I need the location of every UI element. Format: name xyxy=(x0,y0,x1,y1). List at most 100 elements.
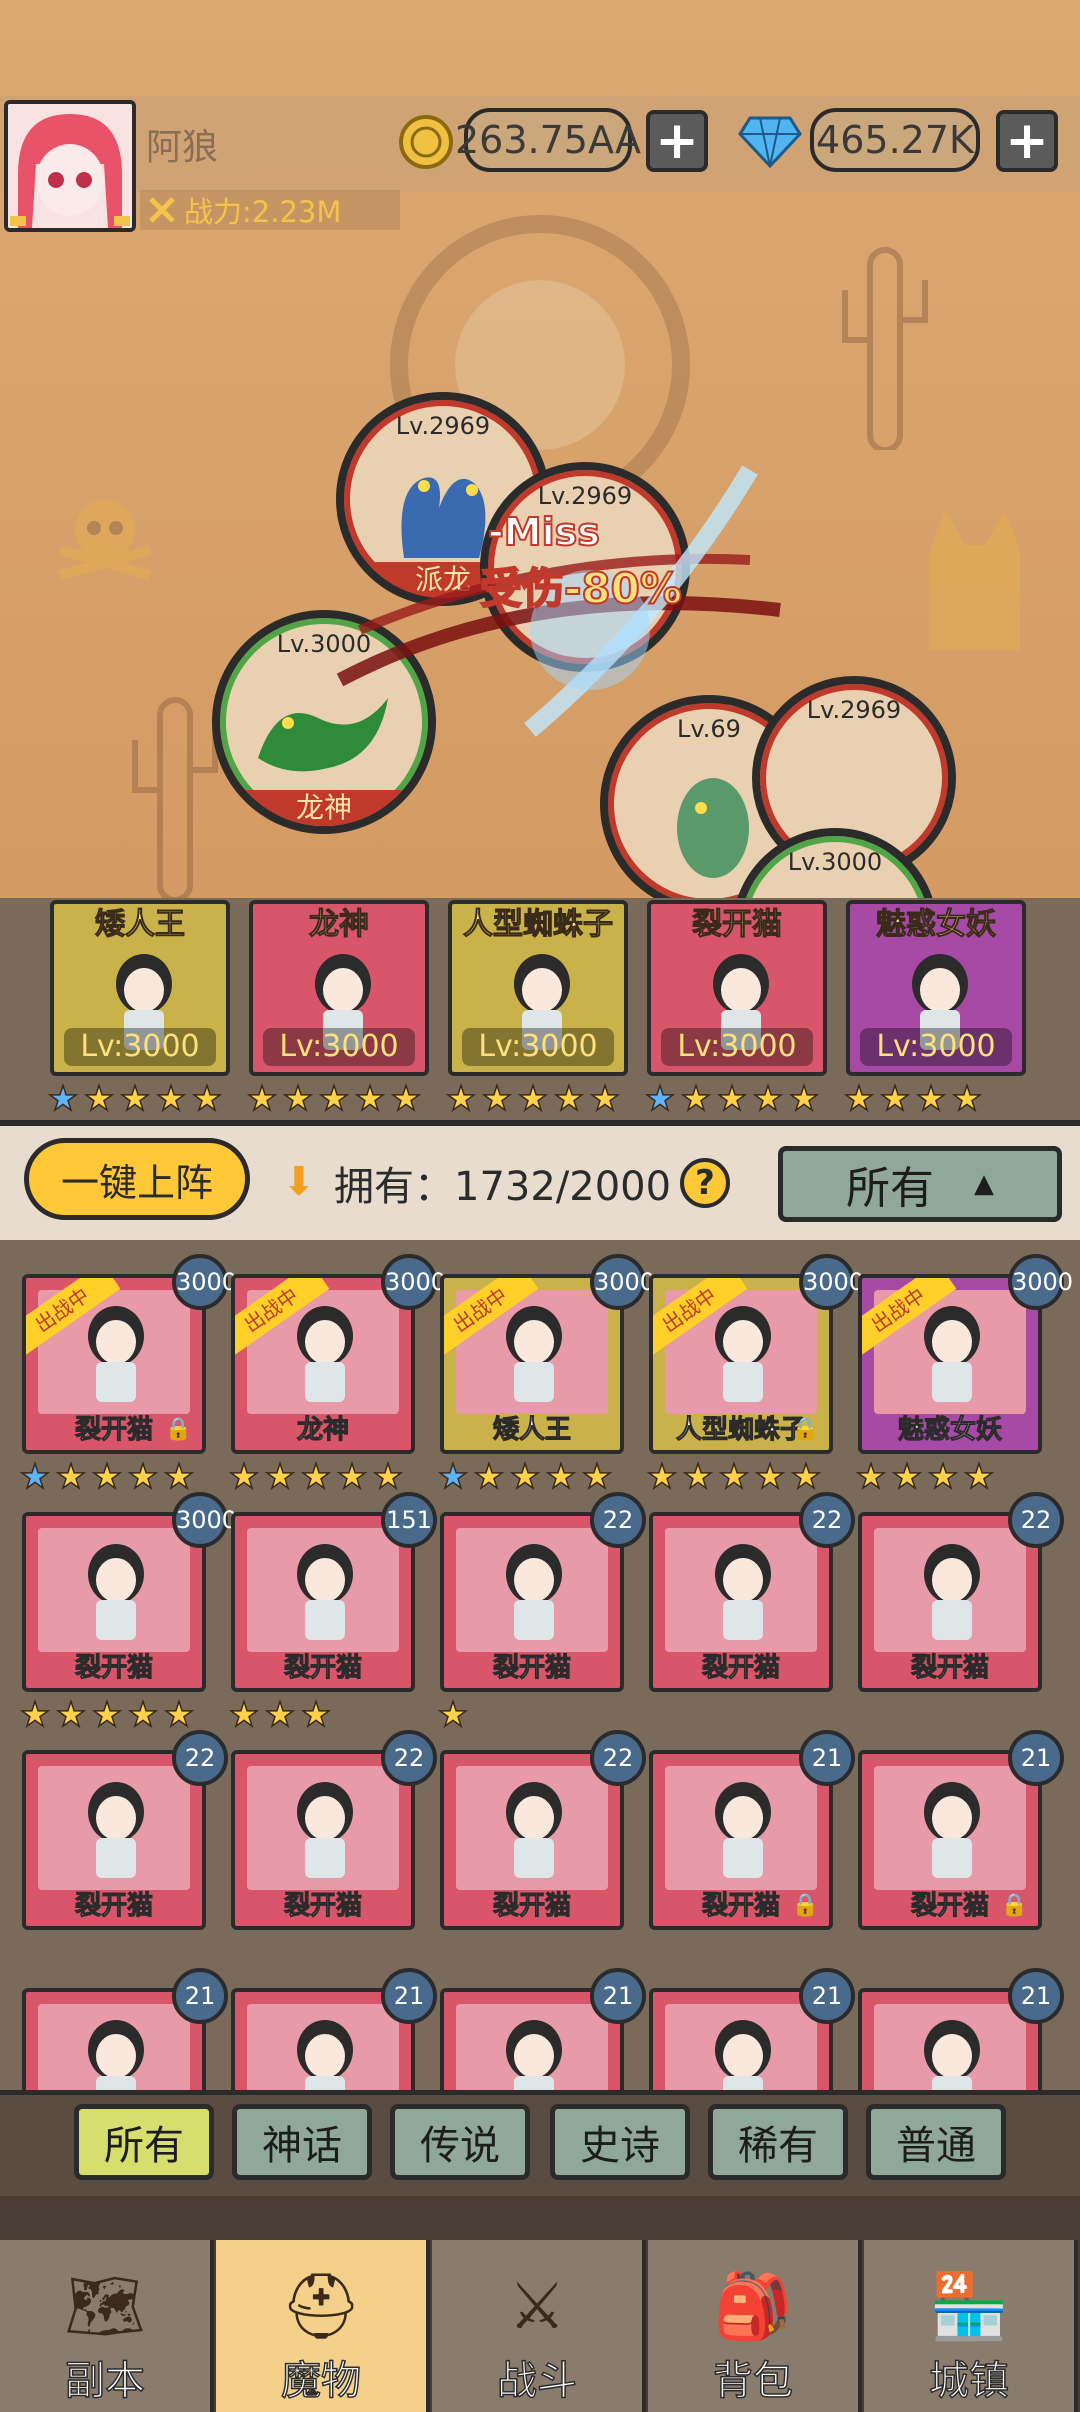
monster-portrait-icon xyxy=(506,1544,562,1640)
monster-name: 裂开猫 xyxy=(283,1653,362,1684)
lineup-slot[interactable]: 裂开猫 Lv:3000 xyxy=(647,900,827,1076)
star-rating: ★ ★ ★ ★ ★ xyxy=(18,1457,196,1497)
arrow-down-icon: ⬇ xyxy=(282,1159,316,1205)
monster-level-badge: 21 xyxy=(172,1968,228,2024)
monster-card[interactable]: 裂开猫 xyxy=(231,1750,415,1930)
nav-item[interactable]: ⛑ 魔物 xyxy=(216,2240,430,2412)
monster-level-badge: 21 xyxy=(590,1968,646,2024)
nav-label: 城镇 xyxy=(928,2357,1010,2405)
star-icon: ★ xyxy=(119,1079,151,1119)
star-rating: ★ ★ ★ ★ xyxy=(842,1081,984,1117)
star-icon: ★ xyxy=(83,1079,115,1119)
monster-portrait-icon xyxy=(924,2020,980,2090)
lineup-monster-name: 裂开猫 xyxy=(692,907,783,943)
lineup-monster-level: Lv:3000 xyxy=(462,1028,614,1066)
monster-level-badge: 22 xyxy=(590,1492,646,1548)
lineup-slot[interactable]: 魅惑女妖 Lv:3000 xyxy=(846,900,1026,1076)
monster-portrait-icon xyxy=(297,1782,353,1878)
star-icon: ★ xyxy=(19,1457,51,1497)
rarity-tab[interactable]: 普通 xyxy=(866,2104,1006,2180)
monster-portrait-icon xyxy=(715,1782,771,1878)
star-icon: ★ xyxy=(127,1457,159,1497)
star-icon: ★ xyxy=(55,1457,87,1497)
rarity-tab[interactable]: 神话 xyxy=(232,2104,372,2180)
monster-name: 裂开猫 xyxy=(910,1653,989,1684)
monster-level-badge: 3000 xyxy=(381,1254,446,1310)
skull-decoration-icon xyxy=(58,500,152,580)
add-gold-button[interactable]: + xyxy=(646,110,708,172)
nav-item[interactable]: 🏪 城镇 xyxy=(864,2240,1078,2412)
lineup-slot[interactable]: 龙神 Lv:3000 xyxy=(249,900,429,1076)
monster-level-badge: 22 xyxy=(1008,1492,1064,1548)
monster-card[interactable]: 出战中 龙神 xyxy=(231,1274,415,1454)
star-icon: ★ xyxy=(354,1079,386,1119)
help-icon[interactable]: ? xyxy=(680,1158,730,1208)
rarity-tab[interactable]: 史诗 xyxy=(550,2104,690,2180)
star-rating: ★ ★ ★ ★ ★ xyxy=(643,1079,821,1119)
star-icon: ★ xyxy=(228,1695,260,1735)
star-rating: ★ ★ ★ ★ ★ xyxy=(444,1079,622,1119)
rarity-tab[interactable]: 所有 xyxy=(74,2104,214,2180)
star-icon: ★ xyxy=(545,1457,577,1497)
nav-label: 副本 xyxy=(64,2357,146,2405)
rarity-tab[interactable]: 传说 xyxy=(390,2104,530,2180)
nav-label: 战斗 xyxy=(496,2357,578,2405)
monster-card[interactable]: 裂开猫 xyxy=(440,1512,624,1692)
monster-card[interactable]: 裂开猫 xyxy=(22,1512,206,1692)
town-shop-icon: 🏪 xyxy=(929,2270,1009,2344)
star-icon: ★ xyxy=(788,1079,820,1119)
unit-level: Lv.3000 xyxy=(787,848,883,876)
monster-card[interactable]: 裂开猫 xyxy=(22,1750,206,1930)
nav-item[interactable]: 🎒 背包 xyxy=(648,2240,862,2412)
auto-deploy-button[interactable]: 一键上阵 xyxy=(24,1138,250,1220)
lineup-monster-name: 魅惑女妖 xyxy=(876,907,997,943)
monster-level-badge: 3000 xyxy=(1008,1254,1073,1310)
monster-name: 龙神 xyxy=(296,1415,349,1446)
monster-name: 裂开猫 xyxy=(74,1891,153,1922)
monster-card[interactable]: 裂开猫 xyxy=(231,1512,415,1692)
monster-card[interactable]: 裂开猫 🔒 xyxy=(858,1750,1042,1930)
lock-icon[interactable]: 🔒 xyxy=(165,1417,192,1442)
filter-dropdown[interactable]: 所有 ▲ xyxy=(778,1146,1062,1222)
lineup-slot[interactable]: 矮人王 Lv:3000 xyxy=(50,900,230,1076)
nav-item[interactable]: 🗺 副本 xyxy=(0,2240,214,2412)
monster-card[interactable]: 裂开猫 xyxy=(649,1512,833,1692)
monster-card[interactable]: 出战中 魅惑女妖 xyxy=(858,1274,1042,1454)
star-icon: ★ xyxy=(481,1079,513,1119)
monster-card[interactable]: 出战中 矮人王 xyxy=(440,1274,624,1454)
rarity-tab[interactable]: 稀有 xyxy=(708,2104,848,2180)
star-icon: ★ xyxy=(264,1457,296,1497)
star-icon: ★ xyxy=(372,1457,404,1497)
gem-amount: 465.27K xyxy=(810,108,980,172)
lock-icon[interactable]: 🔒 xyxy=(1001,1893,1028,1918)
lock-icon[interactable]: 🔒 xyxy=(792,1417,819,1442)
monster-card[interactable]: 裂开猫 xyxy=(440,1750,624,1930)
monster-card[interactable]: 出战中 裂开猫 🔒 xyxy=(22,1274,206,1454)
nav-label: 背包 xyxy=(712,2357,794,2405)
monster-level-badge: 21 xyxy=(381,1968,437,2024)
star-icon: ★ xyxy=(127,1695,159,1735)
star-icon: ★ xyxy=(155,1079,187,1119)
star-icon: ★ xyxy=(927,1457,959,1497)
monster-portrait-icon xyxy=(297,1544,353,1640)
owned-count: 拥有：1732/2000 xyxy=(334,1164,672,1210)
combat-power: 战力:2.23M xyxy=(140,190,400,230)
monster-portrait-icon xyxy=(88,1782,144,1878)
monster-card[interactable]: 出战中 人型蜘蛛子 🔒 xyxy=(649,1274,833,1454)
star-icon: ★ xyxy=(445,1079,477,1119)
nav-item[interactable]: ⚔ 战斗 xyxy=(432,2240,646,2412)
monster-name: 矮人王 xyxy=(492,1415,571,1446)
monster-helmet-icon: ⛑ xyxy=(280,2270,362,2344)
monster-portrait-icon xyxy=(88,2020,144,2090)
star-icon: ★ xyxy=(91,1695,123,1735)
star-icon: ★ xyxy=(264,1695,296,1735)
player-name: 阿狼 xyxy=(146,127,219,168)
monster-card[interactable]: 裂开猫 🔒 xyxy=(649,1750,833,1930)
add-gems-button[interactable]: + xyxy=(996,110,1058,172)
lineup-slot[interactable]: 人型蜘蛛子 Lv:3000 xyxy=(448,900,628,1076)
player-avatar[interactable] xyxy=(4,100,136,232)
lineup-monster-level: Lv:3000 xyxy=(661,1028,813,1066)
monster-card[interactable]: 裂开猫 xyxy=(858,1512,1042,1692)
monster-level-badge: 3000 xyxy=(172,1254,237,1310)
lock-icon[interactable]: 🔒 xyxy=(792,1893,819,1918)
